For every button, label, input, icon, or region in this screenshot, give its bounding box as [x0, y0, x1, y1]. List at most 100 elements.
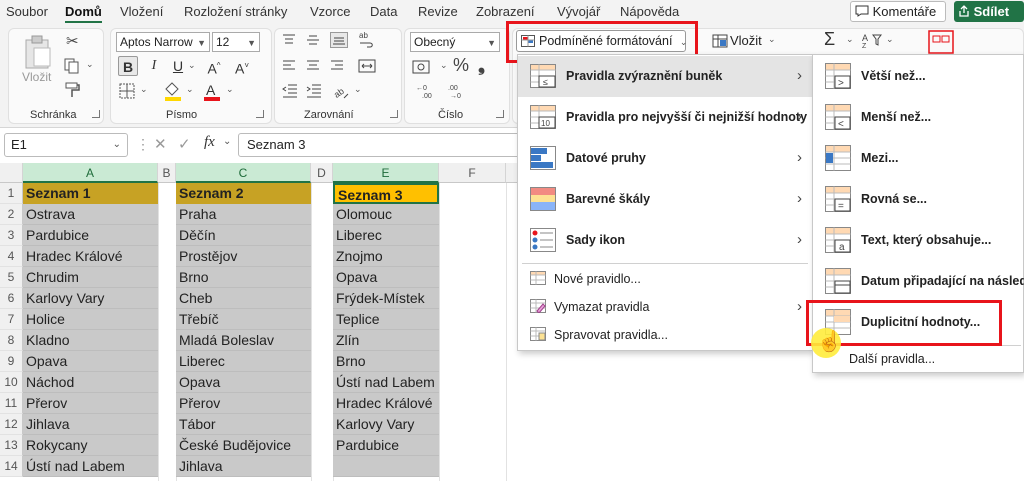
- alignment-launcher-icon[interactable]: [390, 110, 398, 118]
- list-cell[interactable]: Prostějov: [176, 246, 311, 267]
- list-cell[interactable]: [333, 456, 439, 477]
- chevron-down-icon[interactable]: ⌄: [223, 136, 231, 147]
- shrink-font-button[interactable]: A˅: [232, 56, 252, 77]
- list-cell[interactable]: Přerov: [176, 393, 311, 414]
- confirm-entry-icon[interactable]: ✓: [178, 135, 191, 153]
- list-cell[interactable]: Pardubice: [23, 225, 158, 246]
- submenu-item-date-occurring[interactable]: Datum připadající na následující...: [813, 261, 1024, 302]
- list-cell[interactable]: Brno: [333, 351, 439, 372]
- list-cell[interactable]: Rokycany: [23, 435, 158, 456]
- column-header-d[interactable]: D: [311, 163, 333, 183]
- fill-chevron-icon[interactable]: ⌄: [186, 84, 194, 95]
- more-options-icon[interactable]: ⋮: [136, 136, 150, 153]
- align-middle-icon[interactable]: [306, 34, 320, 46]
- list-cell[interactable]: Ústí nad Labem: [23, 456, 158, 477]
- list-cell[interactable]: Opava: [333, 267, 439, 288]
- font-color-icon[interactable]: A: [202, 80, 222, 102]
- list-cell[interactable]: Olomouc: [333, 204, 439, 225]
- merge-center-icon[interactable]: [358, 58, 376, 74]
- list-cell[interactable]: Ostrava: [23, 204, 158, 225]
- list-cell[interactable]: Znojmo: [333, 246, 439, 267]
- number-format-select[interactable]: Obecný ▼: [410, 32, 500, 52]
- list-cell[interactable]: Frýdek-Místek: [333, 288, 439, 309]
- row-header[interactable]: 1: [0, 183, 23, 204]
- list-cell[interactable]: Holice: [23, 309, 158, 330]
- font-launcher-icon[interactable]: [256, 110, 264, 118]
- bold-button[interactable]: B: [118, 56, 138, 76]
- align-left-icon[interactable]: [282, 60, 296, 72]
- align-right-icon[interactable]: [330, 60, 344, 72]
- list-cell[interactable]: Kladno: [23, 330, 158, 351]
- insert-cells-icon[interactable]: [712, 34, 728, 48]
- number-launcher-icon[interactable]: [496, 110, 504, 118]
- accounting-chevron-icon[interactable]: ⌄: [440, 60, 448, 71]
- tab-napoveda[interactable]: Nápověda: [620, 4, 679, 19]
- font-size-select[interactable]: 12 ▼: [212, 32, 260, 52]
- list-cell[interactable]: Praha: [176, 204, 311, 225]
- row-header[interactable]: 3: [0, 225, 23, 246]
- list-cell[interactable]: Náchod: [23, 372, 158, 393]
- list-cell[interactable]: Chrudim: [23, 267, 158, 288]
- list-header-cell[interactable]: Seznam 1: [23, 183, 158, 204]
- font-color-chevron-icon[interactable]: ⌄: [226, 84, 234, 95]
- insert-function-icon[interactable]: fx: [204, 134, 215, 151]
- tab-rozlozeni-stranky[interactable]: Rozložení stránky: [184, 4, 287, 19]
- row-header[interactable]: 2: [0, 204, 23, 225]
- increase-decimal-icon[interactable]: ←0.00: [416, 82, 438, 100]
- align-top-icon[interactable]: [282, 34, 296, 46]
- insert-chevron-icon[interactable]: ⌄: [768, 34, 776, 45]
- tab-vyvojar[interactable]: Vývojář: [557, 4, 600, 19]
- list-cell[interactable]: Karlovy Vary: [333, 414, 439, 435]
- list-cell[interactable]: Zlín: [333, 330, 439, 351]
- name-box[interactable]: E1 ⌄: [4, 133, 128, 157]
- menu-item-new-rule[interactable]: Nové pravidlo...: [518, 265, 812, 293]
- row-header[interactable]: 6: [0, 288, 23, 309]
- row-header[interactable]: 8: [0, 330, 23, 351]
- tab-vzorce[interactable]: Vzorce: [310, 4, 350, 19]
- percent-button[interactable]: %: [453, 55, 469, 76]
- analyze-data-icon[interactable]: [928, 30, 954, 54]
- list-cell[interactable]: Tábor: [176, 414, 311, 435]
- menu-item-data-bars[interactable]: Datové pruhy ›: [518, 138, 812, 179]
- tab-soubor[interactable]: Soubor: [6, 4, 48, 19]
- list-cell[interactable]: Přerov: [23, 393, 158, 414]
- list-cell[interactable]: Brno: [176, 267, 311, 288]
- wrap-text-icon[interactable]: ab: [358, 30, 376, 48]
- column-header-c[interactable]: C: [176, 163, 311, 183]
- share-button[interactable]: Sdílet: [954, 1, 1024, 22]
- italic-button[interactable]: I: [144, 56, 164, 76]
- underline-chevron-icon[interactable]: ⌄: [188, 60, 196, 71]
- list-header-cell[interactable]: Seznam 3: [333, 183, 439, 204]
- row-header[interactable]: 7: [0, 309, 23, 330]
- tab-zobrazeni[interactable]: Zobrazení: [476, 4, 535, 19]
- list-cell[interactable]: Teplice: [333, 309, 439, 330]
- borders-icon[interactable]: [118, 82, 136, 100]
- row-header[interactable]: 14: [0, 456, 23, 477]
- submenu-item-between[interactable]: Mezi...: [813, 138, 1024, 179]
- column-header-a[interactable]: A: [23, 163, 158, 183]
- column-header-f[interactable]: F: [439, 163, 506, 183]
- paste-label[interactable]: Vložit: [22, 70, 51, 84]
- row-header[interactable]: 4: [0, 246, 23, 267]
- borders-chevron-icon[interactable]: ⌄: [140, 84, 148, 95]
- paste-icon[interactable]: [22, 34, 54, 70]
- row-header[interactable]: 13: [0, 435, 23, 456]
- row-header[interactable]: 10: [0, 372, 23, 393]
- list-cell[interactable]: Ústí nad Labem: [333, 372, 439, 393]
- clipboard-launcher-icon[interactable]: [92, 110, 100, 118]
- list-cell[interactable]: Hradec Králové: [333, 393, 439, 414]
- menu-item-top-bottom-rules[interactable]: 10 Pravidla pro nejvyšší či nejnižší hod…: [518, 97, 812, 138]
- submenu-item-equal-to[interactable]: = Rovná se...: [813, 179, 1024, 220]
- sort-filter-icon[interactable]: AZ: [862, 32, 882, 48]
- submenu-item-greater-than[interactable]: > Větší než...: [813, 56, 1024, 97]
- tab-data[interactable]: Data: [370, 4, 397, 19]
- orientation-icon[interactable]: ab: [332, 82, 350, 100]
- list-cell[interactable]: Mladá Boleslav: [176, 330, 311, 351]
- comma-style-icon[interactable]: ❟: [478, 55, 485, 76]
- list-cell[interactable]: Třebíč: [176, 309, 311, 330]
- sort-chevron-icon[interactable]: ⌄: [886, 34, 894, 45]
- autosum-chevron-icon[interactable]: ⌄: [846, 34, 854, 45]
- autosum-icon[interactable]: Σ: [824, 29, 835, 50]
- cut-icon[interactable]: ✂: [66, 32, 79, 50]
- list-cell[interactable]: Liberec: [176, 351, 311, 372]
